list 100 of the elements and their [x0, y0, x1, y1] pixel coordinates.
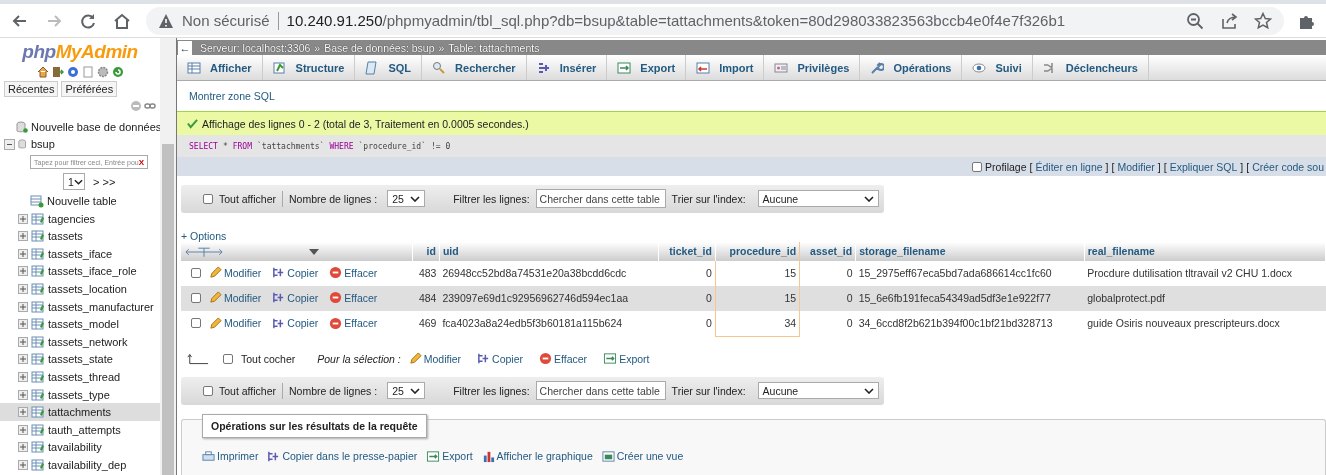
- operation-link[interactable]: Imprimer: [202, 449, 259, 463]
- logo[interactable]: phpMyAdmin: [0, 41, 160, 63]
- tree-item[interactable]: tassets_state: [0, 350, 160, 369]
- menu-tab[interactable]: Rechercher: [422, 55, 527, 81]
- sidebar-button[interactable]: Préférées: [61, 81, 118, 97]
- row-action-link[interactable]: Modifier: [209, 266, 262, 280]
- checkbox[interactable]: [223, 353, 233, 364]
- sort-dropdown[interactable]: Aucune: [757, 190, 879, 208]
- menu-tab[interactable]: Insérer: [526, 55, 608, 81]
- filter-field[interactable]: Chercher dans cette table: [535, 381, 666, 401]
- refresh-icon[interactable]: [111, 66, 124, 78]
- query-link[interactable]: Modifier: [1117, 160, 1155, 173]
- menu-tab[interactable]: Structure: [262, 55, 356, 81]
- query-link[interactable]: Éditer en ligne: [1035, 160, 1103, 173]
- operation-link[interactable]: Export: [426, 449, 473, 463]
- gear-icon[interactable]: [96, 66, 109, 78]
- expand-icon[interactable]: [18, 248, 28, 259]
- sort-caret-icon[interactable]: [309, 248, 319, 255]
- address-bar[interactable]: Non sécurisé 10.240.91.250/phpmyadmin/tbl_sql.php?db=bsup&table=tattachments&token=80d298033823563bccb4e0f4e7f326b1: [146, 6, 1284, 35]
- expander-icon[interactable]: [4, 138, 15, 150]
- sort-dropdown[interactable]: Aucune: [757, 382, 879, 400]
- tree-item[interactable]: bsup: [31, 138, 55, 151]
- menu-tab[interactable]: Privilèges: [764, 55, 861, 81]
- sidebar-button[interactable]: Récentes: [4, 81, 59, 97]
- tree-item[interactable]: tauth_attempts: [0, 420, 160, 439]
- expand-icon[interactable]: [18, 442, 28, 453]
- row-action-link[interactable]: Effacer: [329, 291, 378, 305]
- expand-icon[interactable]: [18, 319, 28, 330]
- expand-icon[interactable]: [18, 459, 28, 470]
- tree-item[interactable]: tassets_network: [0, 332, 160, 351]
- operation-link[interactable]: Créer une vue: [601, 449, 684, 463]
- exit-icon[interactable]: [51, 66, 64, 78]
- expand-icon[interactable]: [18, 213, 28, 224]
- expand-icon[interactable]: [18, 231, 28, 242]
- help-icon[interactable]: [66, 66, 79, 78]
- filter-field[interactable]: Chercher dans cette table: [535, 189, 666, 209]
- options-link[interactable]: + Options: [181, 229, 227, 242]
- column-header[interactable]: ticket_id: [658, 241, 716, 261]
- row-action-link[interactable]: Modifier: [209, 316, 262, 330]
- menu-tab[interactable]: Opérations: [860, 55, 963, 81]
- menu-tab[interactable]: Déclencheurs: [1032, 55, 1149, 81]
- column-header[interactable]: procedure_id: [715, 241, 800, 261]
- bulk-action-link[interactable]: Export: [603, 352, 650, 366]
- tree-item[interactable]: tagencies: [0, 209, 160, 228]
- clear-button[interactable]: X: [138, 157, 144, 167]
- row-action-link[interactable]: Copier: [272, 316, 319, 330]
- operation-link[interactable]: Copier dans le presse-papier: [267, 449, 418, 463]
- column-resize-icon[interactable]: [185, 245, 223, 258]
- expand-icon[interactable]: [18, 266, 28, 277]
- link-icon[interactable]: [144, 100, 156, 112]
- tree-item[interactable]: tassets_type: [0, 385, 160, 404]
- checkbox[interactable]: [972, 161, 983, 172]
- column-header[interactable]: asset_id: [799, 241, 856, 261]
- row-checkbox[interactable]: [191, 292, 201, 303]
- tree-item[interactable]: Nouvelle table: [47, 195, 117, 207]
- collapse-button[interactable]: ←: [178, 40, 192, 55]
- tree-item[interactable]: tattachments: [0, 403, 160, 421]
- expand-icon[interactable]: [18, 371, 28, 382]
- column-header[interactable]: real_filename: [1084, 241, 1326, 261]
- tree-item[interactable]: tassets_thread: [0, 368, 160, 386]
- show-sql-link[interactable]: Montrer zone SQL: [189, 90, 275, 103]
- row-action-link[interactable]: Copier: [272, 266, 319, 280]
- expand-icon[interactable]: [18, 354, 28, 365]
- row-action-link[interactable]: Effacer: [329, 316, 378, 330]
- row-action-link[interactable]: Effacer: [329, 266, 378, 280]
- bulk-action-link[interactable]: Effacer: [539, 352, 588, 366]
- bulk-action-link[interactable]: Modifier: [408, 352, 462, 366]
- page-dropdown[interactable]: 1: [63, 173, 85, 191]
- page-navigation[interactable]: > >>: [93, 175, 116, 188]
- expand-icon[interactable]: [18, 389, 28, 400]
- row-action-link[interactable]: Modifier: [209, 291, 262, 305]
- menu-tab[interactable]: Export: [607, 55, 687, 81]
- menu-tab[interactable]: Suivi: [962, 55, 1033, 81]
- expand-icon[interactable]: [18, 407, 28, 418]
- home-icon[interactable]: [36, 66, 49, 78]
- expand-icon[interactable]: [18, 301, 28, 312]
- tree-item[interactable]: tavailability_dep: [0, 456, 160, 474]
- expand-icon[interactable]: [18, 336, 28, 347]
- column-header[interactable]: id: [412, 241, 440, 261]
- expand-icon[interactable]: [18, 424, 28, 435]
- rows-dropdown[interactable]: 25: [387, 190, 426, 208]
- column-header[interactable]: storage_filename: [855, 241, 1085, 261]
- tree-item[interactable]: Nouvelle base de données: [31, 120, 160, 133]
- tree-item[interactable]: tassets_location: [0, 280, 160, 298]
- column-header[interactable]: uid: [439, 241, 659, 261]
- tree-item[interactable]: tavailability: [0, 438, 160, 457]
- tree-item[interactable]: tassets_manufacturer: [0, 297, 160, 316]
- row-checkbox[interactable]: [191, 318, 201, 329]
- row-action-link[interactable]: Copier: [272, 291, 319, 305]
- checkbox[interactable]: [203, 385, 213, 396]
- tree-item[interactable]: tassets_model: [0, 315, 160, 333]
- star-icon[interactable]: [1254, 11, 1272, 30]
- menu-tab[interactable]: SQL: [355, 55, 423, 81]
- tree-item[interactable]: tassets_iface: [0, 244, 160, 263]
- tree-item[interactable]: tassets: [0, 227, 160, 245]
- zoom-out-icon[interactable]: [1186, 11, 1204, 30]
- bulk-action-link[interactable]: Copier: [477, 352, 524, 366]
- row-checkbox[interactable]: [191, 267, 201, 278]
- expand-icon[interactable]: [18, 283, 28, 294]
- menu-tab[interactable]: Import: [686, 55, 765, 81]
